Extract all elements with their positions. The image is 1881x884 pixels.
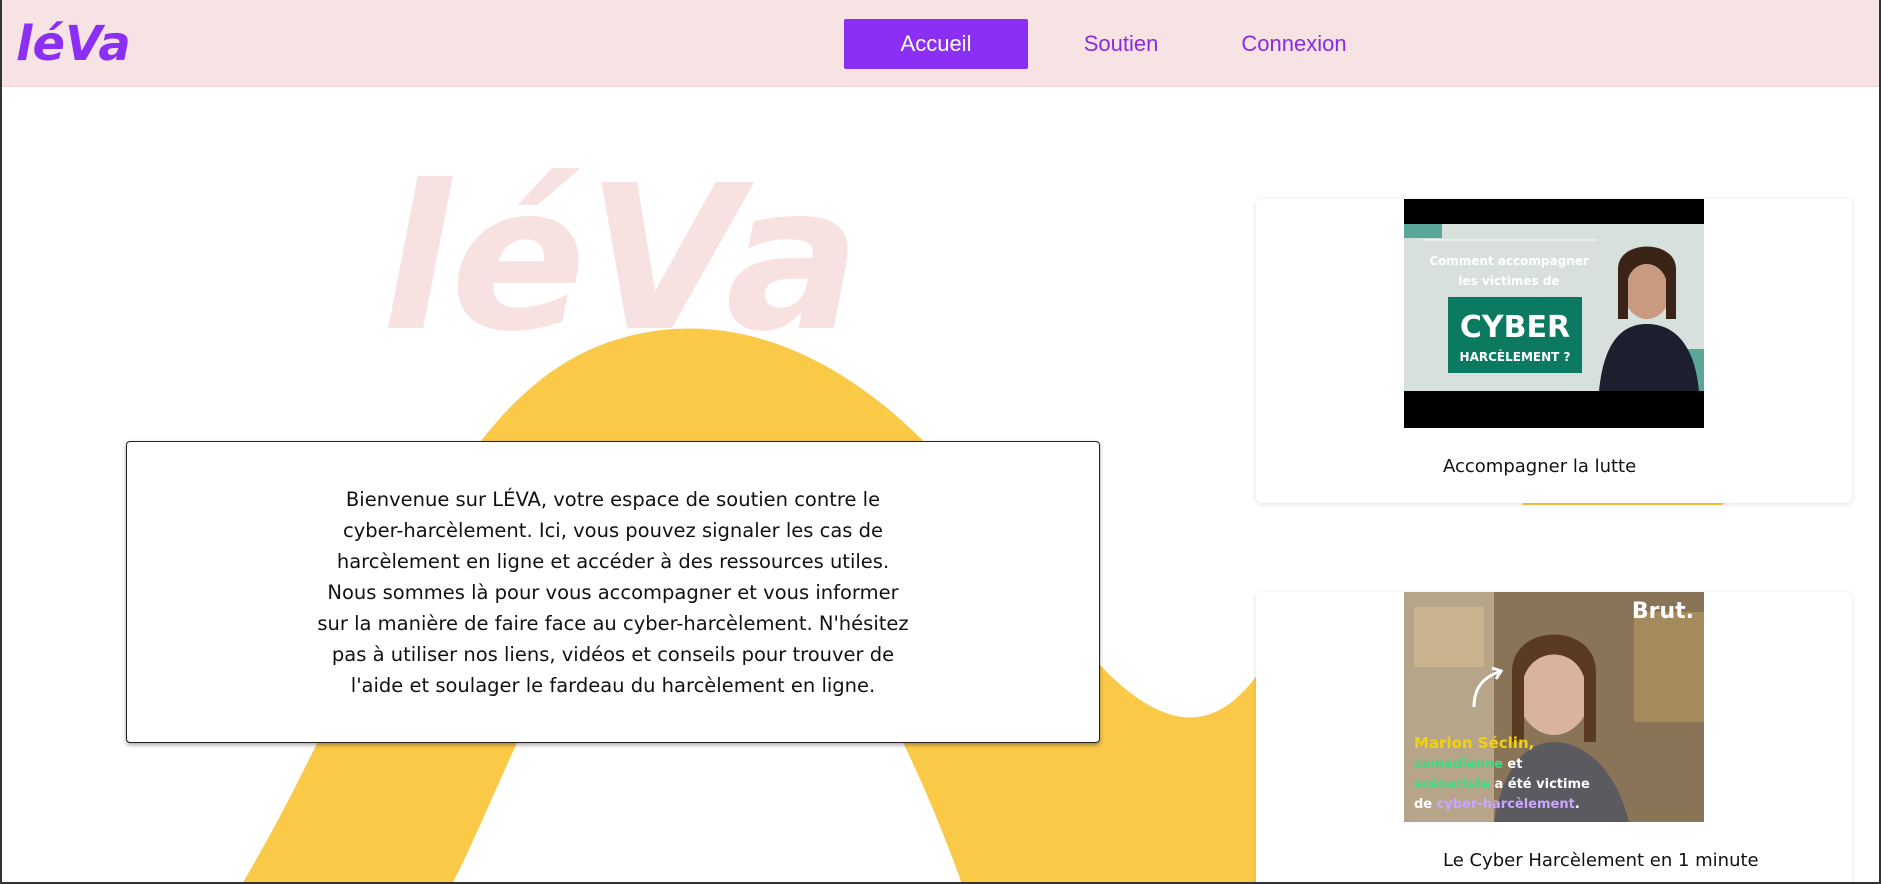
video-caption[interactable]: Le Cyber Harcèlement en 1 minute <box>1256 850 1852 871</box>
svg-text:scénariste a été victime: scénariste a été victime <box>1414 777 1590 792</box>
page: léVa léVa Accueil Soutien Connexion Bien… <box>0 0 1881 884</box>
welcome-box: Bienvenue sur LÉVA, votre espace de sout… <box>126 441 1100 743</box>
video-card[interactable]: Brut. Marion Séclin, comédienne et scéna… <box>1256 592 1852 882</box>
leva-logo[interactable]: léVa <box>16 14 134 70</box>
main-nav: Accueil Soutien Connexion <box>844 19 1364 69</box>
video-card[interactable]: Comment accompagner les victimes de CYBE… <box>1256 199 1852 503</box>
video-thumbnail[interactable]: Brut. Marion Séclin, comédienne et scéna… <box>1404 592 1704 822</box>
watermark-logo: léVa <box>382 143 860 376</box>
svg-text:Comment accompagner: Comment accompagner <box>1429 254 1589 268</box>
svg-text:de cyber-harcèlement.: de cyber-harcèlement. <box>1414 797 1580 812</box>
svg-text:les victimes de: les victimes de <box>1458 274 1559 288</box>
nav-connexion[interactable]: Connexion <box>1224 19 1364 69</box>
video-thumbnail[interactable]: Comment accompagner les victimes de CYBE… <box>1404 199 1704 428</box>
svg-text:Brut.: Brut. <box>1632 599 1694 624</box>
nav-accueil[interactable]: Accueil <box>844 19 1028 69</box>
svg-text:CYBER: CYBER <box>1460 310 1570 345</box>
video-caption[interactable]: Accompagner la lutte <box>1256 456 1852 477</box>
welcome-text: Bienvenue sur LÉVA, votre espace de sout… <box>317 487 909 697</box>
svg-text:comédienne et: comédienne et <box>1414 757 1522 772</box>
nav-soutien[interactable]: Soutien <box>1066 19 1176 69</box>
svg-text:HARCÈLEMENT ?: HARCÈLEMENT ? <box>1460 349 1571 364</box>
svg-text:léVa: léVa <box>16 16 131 70</box>
header: léVa Accueil Soutien Connexion <box>2 0 1879 87</box>
svg-text:Marion Séclin,: Marion Séclin, <box>1414 734 1534 752</box>
